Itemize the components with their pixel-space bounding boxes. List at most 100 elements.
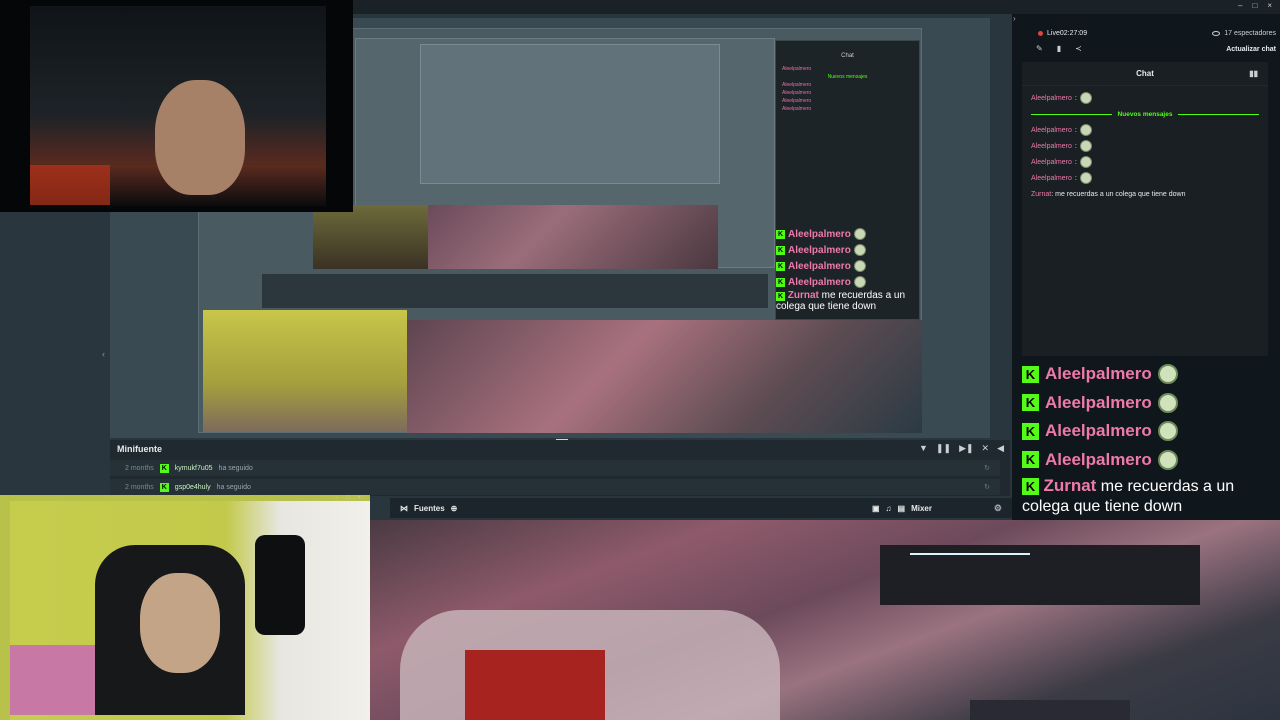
sources-tab[interactable]: ⋈ Fuentes ⊕ — [400, 504, 457, 513]
recursive-chat-msg: Aleelpalmero — [782, 98, 812, 104]
chat-message: Aleelpalmero : — [1022, 170, 1268, 186]
event-time: 2 months — [125, 464, 154, 472]
preview-chat-overlay: K Aleelpalmero K Aleelpalmero K Aleelpalmer… — [776, 226, 922, 312]
chat-text: : — [1074, 126, 1077, 134]
overlay-chat-line: K Aleelpalmero — [1022, 417, 1278, 446]
skip-icon[interactable]: ▶❚ — [959, 443, 973, 454]
filter-icon[interactable]: ▼ — [919, 443, 928, 454]
recursive-minifuente — [262, 274, 768, 308]
layout-icon[interactable]: ▣ — [872, 504, 880, 513]
stream-screen: { "window": { "controls": ["–", "□", "×"… — [0, 0, 1280, 720]
kick-badge-icon: K — [776, 292, 785, 301]
chat-user[interactable]: Aleelpalmero — [1031, 127, 1072, 134]
users-icon[interactable]: ▮▮ — [1249, 69, 1258, 78]
chat-text: : — [1074, 142, 1077, 150]
chat-user[interactable]: Aleelpalmero — [1031, 95, 1072, 102]
preview-chat-line: K Aleelpalmero — [776, 226, 922, 242]
chat-user[interactable]: Aleelpalmero — [1031, 159, 1072, 166]
window-controls: – □ × — [1238, 1, 1272, 10]
mute-icon[interactable]: ✕ — [982, 443, 990, 454]
viewer-count-label: 17 espectadores — [1224, 30, 1276, 37]
preview-chat-user: Aleelpalmero — [788, 244, 851, 256]
overlay-chat-user: Aleelpalmero — [1045, 392, 1152, 412]
chevron-left-icon[interactable]: ‹ — [102, 349, 105, 359]
kick-badge-icon: K — [776, 229, 785, 239]
preview-chat-user: Aleelpalmero — [788, 276, 851, 288]
emote-icon — [1079, 172, 1092, 184]
kick-badge-icon: K — [776, 277, 785, 287]
eye-icon — [1212, 31, 1221, 36]
folder-icon[interactable]: ▮ — [1057, 44, 1061, 53]
emote-icon — [1079, 140, 1092, 152]
pencil-icon[interactable]: ✎ — [1036, 44, 1043, 53]
room-jersey — [465, 650, 605, 720]
chat-text: : — [1074, 174, 1077, 182]
preview-webcam — [203, 310, 407, 432]
webcam-overlay-top — [0, 0, 353, 212]
refresh-icon[interactable]: ↻ — [984, 464, 990, 472]
new-messages-divider: Nuevos mensajes — [1022, 106, 1268, 122]
refresh-chat-button[interactable]: Actualizar chat — [1226, 46, 1276, 53]
add-icon[interactable]: ⊕ — [451, 504, 458, 513]
maximize-button[interactable]: □ — [346, 495, 353, 501]
event-time: 2 months — [125, 483, 154, 491]
folder-icon[interactable]: ▤ — [898, 504, 906, 513]
pause-icon[interactable]: ❚❚ — [936, 443, 951, 454]
webcam-window-controls: – □ × — [335, 495, 364, 501]
preview-chat-line: K Aleelpalmero — [776, 242, 922, 258]
gear-icon[interactable]: ⚙ — [994, 503, 1002, 514]
close-button[interactable]: × — [357, 495, 364, 501]
chat-user[interactable]: Aleelpalmero — [1031, 175, 1072, 182]
recursive-chat-msg: Aleelpalmero — [782, 90, 812, 96]
refresh-icon[interactable]: ↻ — [984, 483, 990, 491]
volume-icon[interactable]: ◀ — [997, 443, 1004, 454]
kick-badge-icon: K — [1022, 365, 1039, 383]
chat-text: : — [1074, 94, 1077, 102]
overlay-chat-line: K Aleelpalmero — [1022, 360, 1278, 389]
minimize-button[interactable]: – — [1238, 1, 1242, 10]
emote-icon — [853, 260, 866, 272]
webcam-overlay-bottom: – □ × — [0, 495, 370, 720]
share-icon[interactable]: ≺ — [1075, 44, 1082, 53]
minimize-button[interactable]: – — [335, 495, 341, 501]
overlay-chat-user: Aleelpalmero — [1045, 421, 1152, 441]
maximize-button[interactable]: □ — [1252, 1, 1257, 10]
room-keyboard — [970, 700, 1130, 720]
overlay-chat-last-line: K Zurnat me recuerdas a un colega que ti… — [1022, 476, 1278, 517]
emote-icon — [1079, 124, 1092, 136]
chevron-right-icon[interactable]: › — [1013, 14, 1016, 23]
minifuente-controls: ▼ ❚❚ ▶❚ ✕ ◀ — [919, 443, 1004, 454]
chat-title: Chat — [1136, 69, 1154, 78]
overlay-chat-user: Aleelpalmero — [1045, 364, 1152, 384]
chat-user[interactable]: Aleelpalmero — [1031, 143, 1072, 150]
minifuente-title: Minifuente — [117, 444, 162, 454]
overlay-chat-user: Aleelpalmero — [1045, 449, 1152, 469]
close-button[interactable]: × — [1267, 1, 1272, 10]
preview-chat-user: Zurnat — [787, 290, 819, 301]
chat-message: Aleelpalmero : — [1022, 122, 1268, 138]
recursive-preview-3 — [420, 44, 720, 184]
live-indicator: Live02:27:09 — [1038, 30, 1087, 37]
chat-message: Aleelpalmero : — [1022, 90, 1268, 106]
webcam-person — [155, 80, 245, 195]
webcam-light — [30, 165, 110, 205]
preview-chat-user: Aleelpalmero — [788, 228, 851, 240]
chat-message: Aleelpalmero : — [1022, 154, 1268, 170]
chat-user[interactable]: Zurnat — [1031, 191, 1051, 198]
chat-message: Aleelpalmero : — [1022, 138, 1268, 154]
recursive-new-msgs: Nuevos mensajes — [827, 74, 868, 80]
mixer-tab[interactable]: ▣ ♫ ▤ Mixer — [872, 504, 932, 513]
kick-badge-icon: K — [159, 463, 169, 473]
preview-chat-last-line: K Zurnat me recuerdas a un colega que ti… — [776, 290, 922, 312]
emote-icon — [1157, 449, 1178, 470]
stream-chat-overlay: K Aleelpalmero K Aleelpalmero K Aleelpalmer… — [1022, 360, 1278, 517]
kick-badge-icon: K — [159, 482, 169, 492]
viewer-count: 17 espectadores — [1212, 30, 1276, 37]
emote-icon — [853, 276, 866, 288]
emote-icon — [1079, 92, 1092, 104]
audio-icon[interactable]: ♫ — [886, 504, 892, 513]
kick-badge-icon: K — [776, 261, 785, 271]
overlay-chat-line: K Aleelpalmero — [1022, 389, 1278, 418]
recursive-chat-msg: Aleelpalmero — [782, 66, 812, 72]
webcam-person — [140, 573, 220, 673]
